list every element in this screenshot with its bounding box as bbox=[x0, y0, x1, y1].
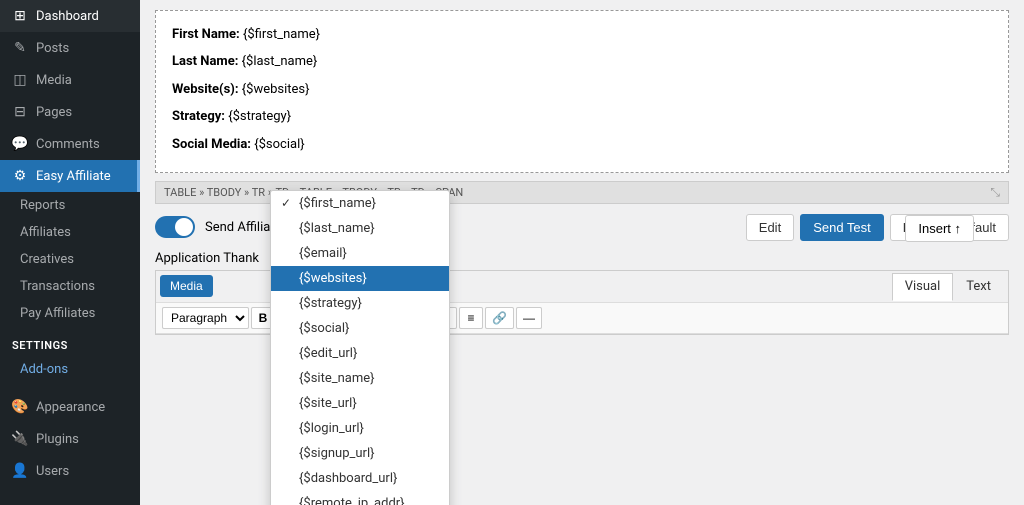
add-media-button[interactable]: Media bbox=[160, 275, 213, 297]
sidebar-item-users[interactable]: 👤 Users bbox=[0, 455, 140, 487]
sidebar-item-label: Pages bbox=[36, 105, 72, 120]
resize-handle: ⤡ bbox=[990, 185, 1000, 200]
sidebar-item-label: Users bbox=[36, 464, 69, 479]
insert-button-area: Insert ↑ bbox=[905, 215, 974, 242]
settings-label: Settings bbox=[0, 327, 140, 356]
dropdown-item-strategy[interactable]: {$strategy} bbox=[271, 291, 449, 316]
sidebar-item-pay-affiliates[interactable]: Pay Affiliates bbox=[0, 300, 140, 327]
template-preview: First Name: {$first_name} Last Name: {$l… bbox=[155, 10, 1009, 173]
sidebar-item-reports[interactable]: Reports bbox=[0, 192, 140, 219]
sidebar: ⊞ Dashboard ✎ Posts ◫ Media ⊟ Pages 💬 Co… bbox=[0, 0, 140, 505]
insert-button[interactable]: Insert ↑ bbox=[905, 215, 974, 242]
comments-icon: 💬 bbox=[12, 136, 28, 152]
sidebar-item-plugins[interactable]: 🔌 Plugins bbox=[0, 423, 140, 455]
sidebar-item-dashboard[interactable]: ⊞ Dashboard bbox=[0, 0, 140, 32]
sidebar-item-media[interactable]: ◫ Media bbox=[0, 64, 140, 96]
pages-icon: ⊟ bbox=[12, 104, 28, 120]
plugins-icon: 🔌 bbox=[12, 431, 28, 447]
sidebar-item-comments[interactable]: 💬 Comments bbox=[0, 128, 140, 160]
dropdown-item-last-name[interactable]: {$last_name} bbox=[271, 216, 449, 241]
sidebar-item-label: Comments bbox=[36, 137, 100, 152]
users-icon: 👤 bbox=[12, 463, 28, 479]
dropdown-item-dashboard-url[interactable]: {$dashboard_url} bbox=[271, 466, 449, 491]
dropdown-item-email[interactable]: {$email} bbox=[271, 241, 449, 266]
easy-affiliate-icon: ⚙ bbox=[12, 168, 28, 184]
sidebar-item-pages[interactable]: ⊟ Pages bbox=[0, 96, 140, 128]
sidebar-item-label: Appearance bbox=[36, 400, 105, 415]
appearance-icon: 🎨 bbox=[12, 399, 28, 415]
sidebar-item-label: Easy Affiliate bbox=[36, 169, 111, 184]
sidebar-item-appearance[interactable]: 🎨 Appearance bbox=[0, 391, 140, 423]
sidebar-item-label: Posts bbox=[36, 41, 69, 56]
send-test-button[interactable]: Send Test bbox=[800, 214, 884, 241]
sidebar-item-easy-affiliate[interactable]: ⚙ Easy Affiliate bbox=[0, 160, 140, 192]
dashboard-icon: ⊞ bbox=[12, 8, 28, 24]
dropdown-item-websites[interactable]: {$websites} bbox=[271, 266, 449, 291]
send-affiliate-toggle[interactable] bbox=[155, 216, 195, 238]
sidebar-item-label: Plugins bbox=[36, 432, 79, 447]
dropdown-item-social[interactable]: {$social} bbox=[271, 316, 449, 341]
media-icon: ◫ bbox=[12, 72, 28, 88]
posts-icon: ✎ bbox=[12, 40, 28, 56]
dropdown-item-site-url[interactable]: {$site_url} bbox=[271, 391, 449, 416]
dropdown-item-site-name[interactable]: {$site_name} bbox=[271, 366, 449, 391]
dropdown-item-remote-ip[interactable]: {$remote_ip_addr} bbox=[271, 491, 449, 505]
variable-dropdown: {$first_name} {$last_name} {$email} {$we… bbox=[270, 190, 450, 505]
sidebar-item-label: Dashboard bbox=[36, 9, 99, 24]
send-affiliate-label: Send Affilia bbox=[205, 220, 270, 235]
tab-visual[interactable]: Visual bbox=[892, 273, 954, 301]
sidebar-item-add-ons[interactable]: Add-ons bbox=[0, 356, 140, 383]
right-panel: First Name: {$first_name} Last Name: {$l… bbox=[140, 0, 1024, 505]
toolbar-align-justify[interactable]: ≡ bbox=[459, 307, 483, 329]
dropdown-item-signup-url[interactable]: {$signup_url} bbox=[271, 441, 449, 466]
application-thankyou-label: Application Thank bbox=[155, 251, 259, 266]
tab-text[interactable]: Text bbox=[953, 273, 1004, 300]
sidebar-item-label: Media bbox=[36, 73, 72, 88]
dropdown-item-edit-url[interactable]: {$edit_url} bbox=[271, 341, 449, 366]
sidebar-item-affiliates[interactable]: Affiliates bbox=[0, 219, 140, 246]
dropdown-item-first-name[interactable]: {$first_name} bbox=[271, 191, 449, 216]
edit-button[interactable]: Edit bbox=[746, 214, 794, 241]
paragraph-select[interactable]: Paragraph bbox=[162, 307, 249, 329]
editor-tabs: Visual Text bbox=[892, 273, 1004, 300]
sidebar-item-creatives[interactable]: Creatives bbox=[0, 246, 140, 273]
sidebar-item-posts[interactable]: ✎ Posts bbox=[0, 32, 140, 64]
dropdown-item-login-url[interactable]: {$login_url} bbox=[271, 416, 449, 441]
toolbar-horizontal-rule[interactable]: — bbox=[516, 307, 542, 329]
sidebar-item-transactions[interactable]: Transactions bbox=[0, 273, 140, 300]
toolbar-link[interactable]: 🔗 bbox=[485, 307, 514, 329]
